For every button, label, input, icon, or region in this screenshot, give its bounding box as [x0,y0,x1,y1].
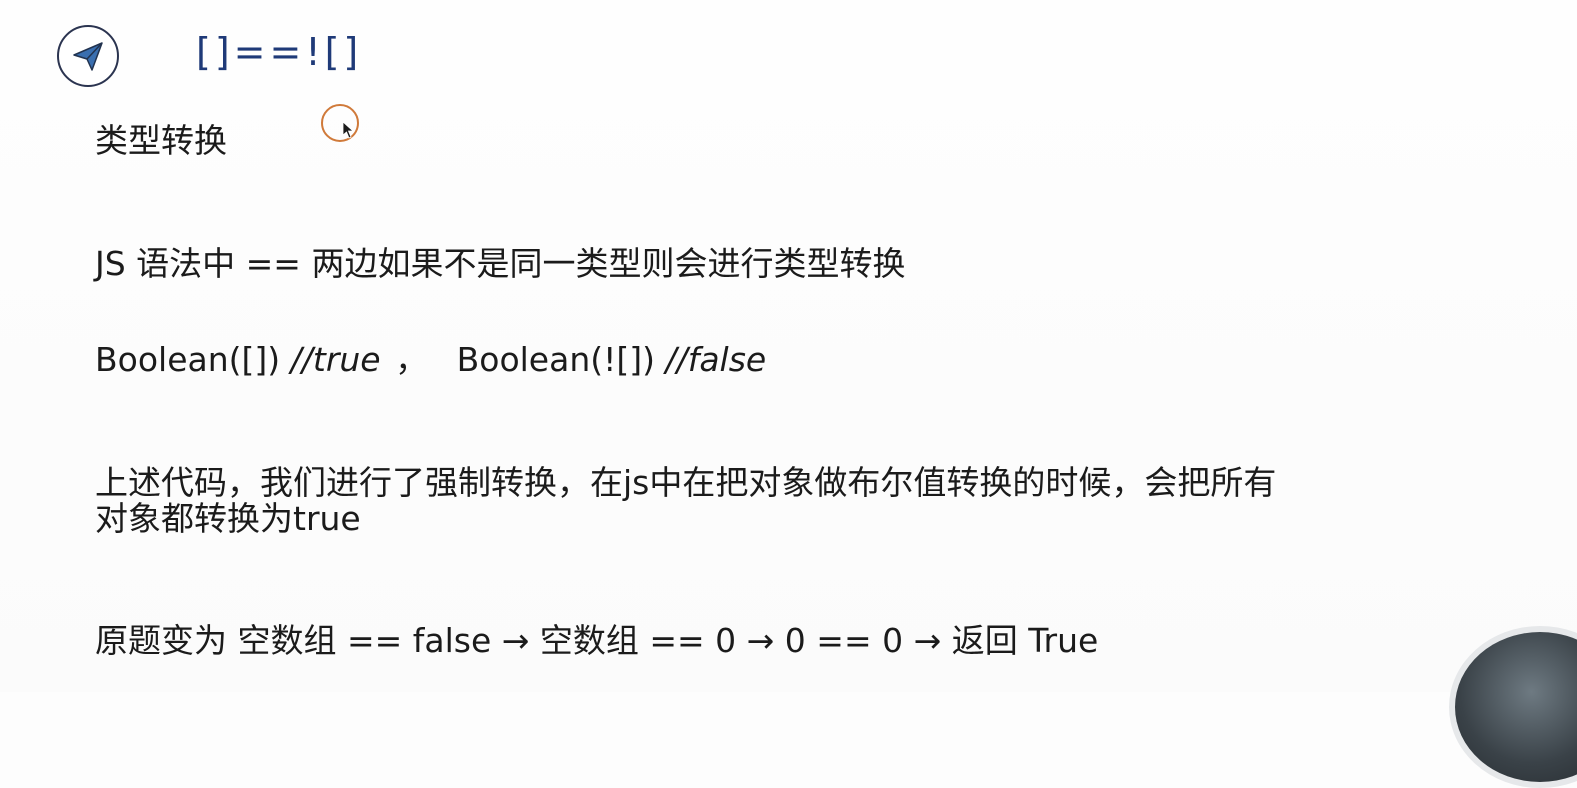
paper-plane-icon [73,42,103,71]
boolean-comment-2: //false [665,340,767,379]
boolean-expr-2: Boolean(![]) [456,340,655,379]
section-heading: 类型转换 [95,121,227,160]
description-paragraph: 上述代码，我们进行了强制转换，在js中在把对象做布尔值转换的时候，会把所有 对象… [95,465,1276,537]
logo [57,25,119,87]
boolean-comment-1: //true [290,340,381,379]
result-text: 原题变为 空数组 == false → 空数组 == 0 → 0 == 0 → … [95,621,1099,660]
mouse-cursor-icon [342,121,355,139]
slide: []==![] 类型转换 JS 语法中 == 两边如果不是同一类型则会进行类型转… [0,0,1577,788]
description-line-2: 对象都转换为true [95,499,361,538]
boolean-examples: Boolean([]) //true ， Boolean(![]) //fals… [95,340,766,380]
description-line-1: 上述代码，我们进行了强制转换，在js中在把对象做布尔值转换的时候，会把所有 [95,463,1277,502]
boolean-expr-1: Boolean([]) [95,340,281,379]
slide-title: []==![] [196,30,363,74]
boolean-separator: ， [395,340,429,379]
js-rule-text: JS 语法中 == 两边如果不是同一类型则会进行类型转换 [95,244,906,283]
